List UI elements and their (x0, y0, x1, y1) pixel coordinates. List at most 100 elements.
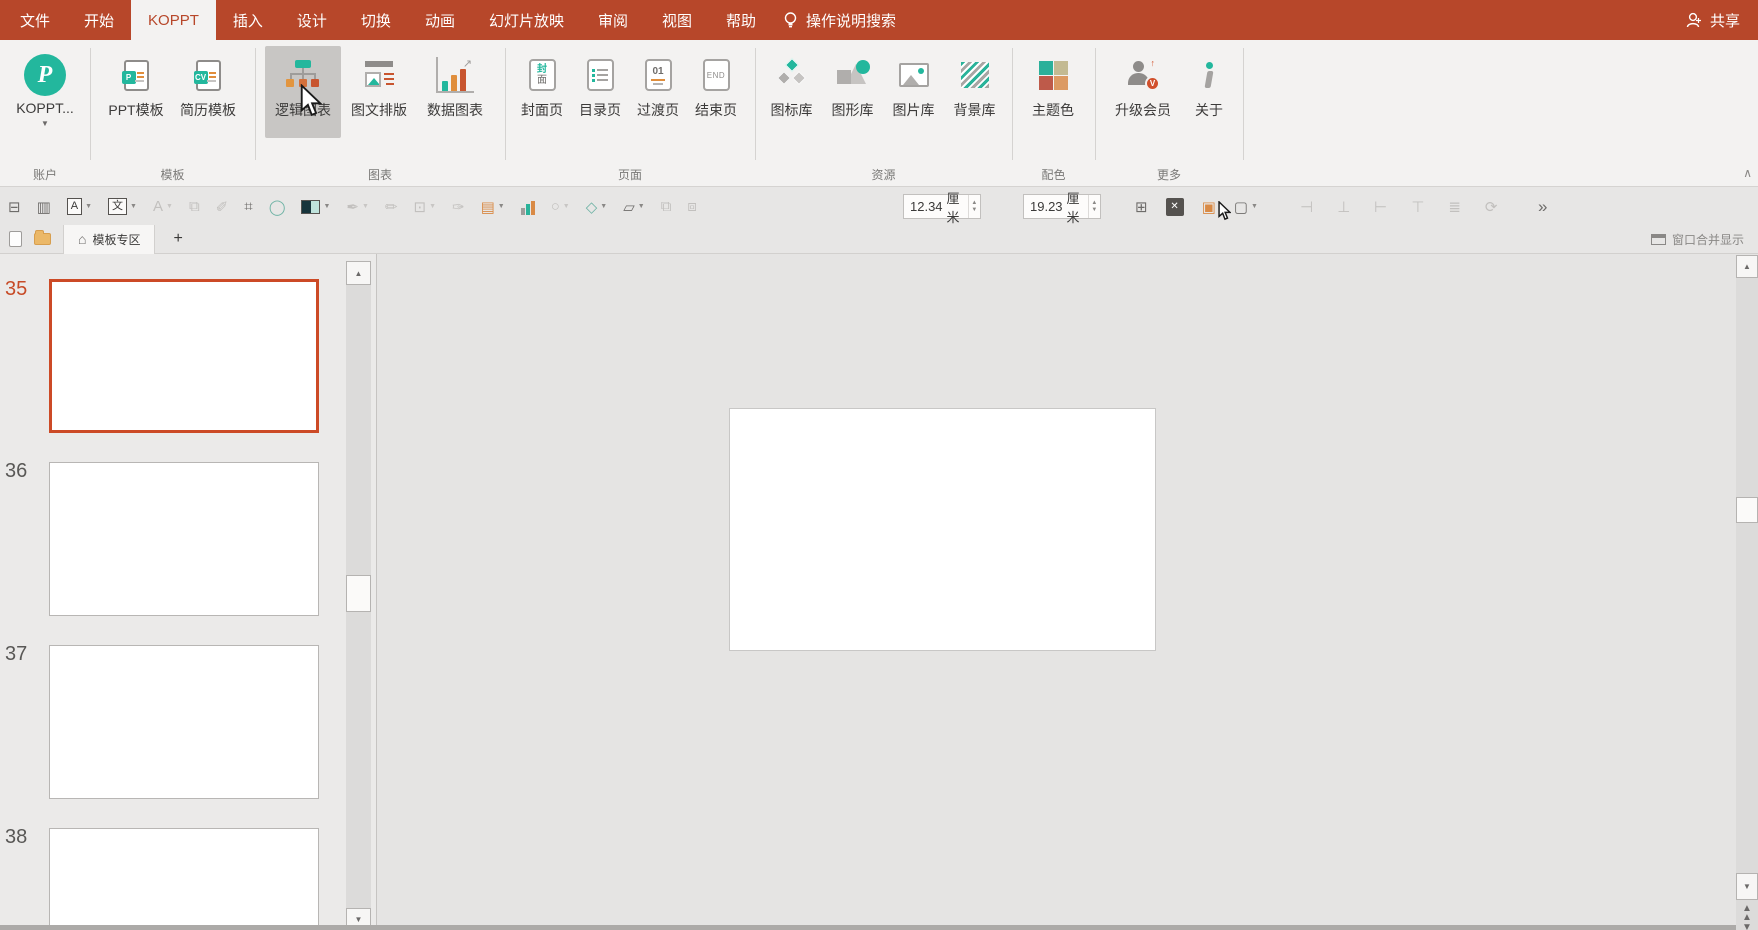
text-box-style-icon[interactable]: A ▼ (66, 194, 92, 220)
menu-help[interactable]: 帮助 (709, 0, 773, 40)
window-merge-label: 窗口合并显示 (1671, 232, 1744, 247)
distribute-horizontal-icon[interactable]: ≣ (1448, 194, 1461, 220)
bring-forward-icon[interactable]: ⧉ (661, 194, 672, 220)
frame-border-icon[interactable]: ▢ ▼ (1234, 194, 1258, 220)
polygon-shape-icon[interactable]: ◇ ▼ (586, 194, 607, 220)
upgrade-membership-button[interactable]: ↑ V 升级会员 (1103, 46, 1183, 138)
slide-editing-surface[interactable] (729, 408, 1156, 651)
scroll-up-button[interactable]: ▲ (346, 261, 371, 285)
scroll-up-button[interactable]: ▲ (1736, 255, 1758, 278)
ellipse-tool-icon[interactable]: ◯ (269, 194, 286, 220)
ribbon-group-resources: 图标库 图形库 图片库 背景库 资源 (755, 40, 1012, 186)
canvas-scrollbar[interactable] (1736, 255, 1758, 930)
more-tools-icon[interactable]: » (1538, 194, 1547, 220)
theme-color-button[interactable]: 主题色 (1021, 46, 1085, 138)
align-top-objects-icon[interactable]: ⊤ (1411, 194, 1424, 220)
group-label-account: 账户 (32, 168, 57, 182)
menu-transitions[interactable]: 切换 (344, 0, 408, 40)
about-button[interactable]: 关于 (1183, 46, 1235, 138)
shape-width-value: 19.23 (1030, 199, 1063, 214)
ppt-template-button[interactable]: P PPT模板 (100, 46, 172, 138)
placeholder-layout-icon[interactable]: ⊟ (8, 194, 21, 220)
font-style-icon[interactable]: 文 ▼ (108, 194, 137, 220)
ink-pen-icon[interactable]: ✒ ▼ (346, 194, 369, 220)
menu-insert[interactable]: 插入 (216, 0, 280, 40)
align-right-objects-icon[interactable]: ⊢ (1374, 194, 1387, 220)
shape-library-button[interactable]: 图形库 (822, 46, 883, 138)
slide-thumbnail-37[interactable] (49, 645, 319, 799)
menu-koppt[interactable]: KOPPT (131, 0, 216, 40)
circle-shape-icon[interactable]: ○ ▼ (551, 194, 570, 220)
align-center-objects-icon[interactable]: ⊥ (1337, 194, 1350, 220)
menu-slideshow[interactable]: 幻灯片放映 (472, 0, 581, 40)
end-page-button[interactable]: END 结束页 (687, 46, 745, 138)
data-chart-button[interactable]: ↗ 数据图表 (417, 46, 493, 138)
stepper-arrows[interactable]: ▲ ▼ (1087, 195, 1100, 218)
scroll-down-button[interactable]: ▼ (1736, 873, 1758, 900)
slide-thumbnail-36[interactable] (49, 462, 319, 616)
replace-picture-icon[interactable]: ▣ (1202, 194, 1216, 220)
slide-thumbnail-38[interactable] (49, 828, 319, 930)
koppt-account-button[interactable]: P KOPPT... ▼ (6, 46, 84, 138)
chevron-down-icon: ▼ (41, 119, 49, 128)
resume-template-button[interactable]: CV 简历模板 (172, 46, 244, 138)
pin-layout-icon[interactable]: ⌗ (244, 194, 252, 220)
scroll-thumb[interactable] (346, 575, 371, 612)
open-folder-icon[interactable] (34, 230, 51, 245)
transition-page-button[interactable]: 01 过渡页 (629, 46, 687, 138)
menu-view[interactable]: 视图 (645, 0, 709, 40)
tell-me-search[interactable]: 操作说明搜索 (773, 0, 906, 40)
picture-library-button[interactable]: 图片库 (883, 46, 944, 138)
menu-design[interactable]: 设计 (280, 0, 344, 40)
send-backward-icon[interactable]: ⧈ (687, 194, 697, 220)
stepper-arrows[interactable]: ▲ ▼ (967, 195, 980, 218)
tab-template-zone[interactable]: ⌂ 模板专区 (63, 224, 156, 254)
tab-label: 模板专区 (92, 232, 141, 247)
menu-home[interactable]: 开始 (67, 0, 131, 40)
shape-width-field[interactable]: 19.23 厘米 ▲ ▼ (1023, 191, 1101, 225)
group-divider (1243, 48, 1244, 160)
new-tab-button[interactable]: + (167, 230, 188, 248)
new-document-icon[interactable] (9, 231, 22, 247)
end-page-icon: END (702, 59, 730, 91)
unit-label: 厘米 (946, 190, 960, 225)
eyedropper-icon[interactable]: ✑ (452, 194, 465, 220)
next-slide-button[interactable]: ▼▼ (1736, 923, 1758, 930)
toc-page-button[interactable]: 目录页 (571, 46, 629, 138)
align-left-objects-icon[interactable]: ⊣ (1300, 194, 1313, 220)
rotate-object-icon[interactable]: ⟳ (1485, 194, 1498, 220)
skew-shape-icon[interactable]: ▱ ▼ (623, 194, 644, 220)
person-icon (1686, 12, 1701, 28)
mini-chart-icon[interactable] (520, 194, 535, 220)
table-grid-icon[interactable]: ⊞ (1135, 194, 1148, 220)
paste-picture-icon[interactable]: ⧉ (189, 194, 200, 220)
window-merge-toggle[interactable]: 窗口合并显示 (1650, 231, 1758, 248)
menu-animations[interactable]: 动画 (408, 0, 472, 40)
previous-slide-button[interactable]: ▲ ▲ (1736, 904, 1758, 923)
cover-page-button[interactable]: 封 面 封面页 (513, 46, 571, 138)
toolbar-icons-left: ⊟ ▥ A ▼ 文 ▼ A ▼ ⧉ ✐ ⌗ ◯ ▼ ✒ ▼ ✏ ⊡ ▼ ✑ ▤ ▼ ○ ▼ ◇ ▼ ▱ ▼ ⧉ ⧈ (8, 187, 697, 226)
background-library-button[interactable]: 背景库 (944, 46, 1005, 138)
menu-review[interactable]: 审阅 (581, 0, 645, 40)
format-painter-icon[interactable]: ✐ (216, 194, 229, 220)
collapse-ribbon-icon[interactable]: ∧ (1743, 166, 1752, 180)
share-button[interactable]: 共享 (1685, 0, 1758, 40)
fill-swatch-icon[interactable]: ▼ (301, 194, 330, 220)
distribute-columns-icon[interactable]: ▥ (37, 194, 51, 220)
paragraph-layout-icon[interactable]: ▤ ▼ (481, 194, 505, 220)
slide-number: 38 (5, 826, 28, 848)
picture-library-icon (898, 63, 929, 87)
edit-shape-icon[interactable]: ⊡ ▼ (414, 194, 437, 220)
mouse-cursor (300, 84, 322, 117)
scroll-thumb[interactable] (1736, 497, 1758, 523)
slide-thumbnail-35[interactable] (49, 279, 319, 433)
delete-slide-icon[interactable]: ✕ (1165, 194, 1184, 220)
text-layout-button[interactable]: 图文排版 (341, 46, 417, 138)
font-color-icon[interactable]: A ▼ (153, 194, 173, 220)
icon-library-button[interactable]: 图标库 (761, 46, 822, 138)
resume-template-icon: CV (193, 59, 221, 91)
quick-toolbar: ⊟ ▥ A ▼ 文 ▼ A ▼ ⧉ ✐ ⌗ ◯ ▼ ✒ ▼ ✏ ⊡ ▼ ✑ ▤ ▼ ○ ▼ ◇ ▼ ▱ ▼ ⧉ ⧈ 12.34 厘米 ▲… (0, 186, 1758, 225)
menu-file[interactable]: 文件 (0, 0, 67, 40)
brush-tool-icon[interactable]: ✏ (385, 194, 398, 220)
shape-height-field[interactable]: 12.34 厘米 ▲ ▼ (903, 191, 981, 225)
